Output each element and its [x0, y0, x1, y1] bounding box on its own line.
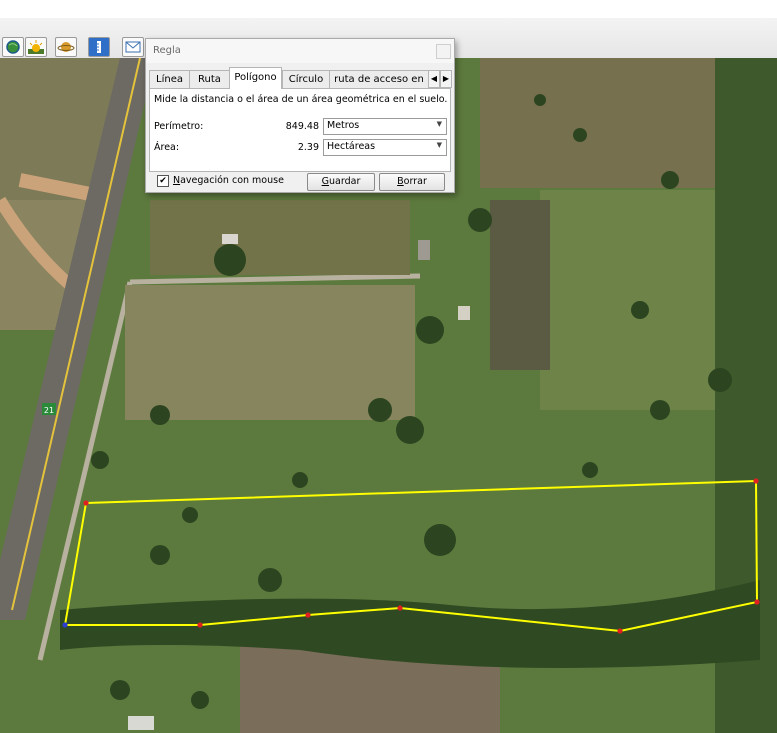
polygon-vertex[interactable]	[754, 599, 760, 605]
save-button[interactable]: Guardar	[307, 173, 375, 191]
polygon-panel: Mide la distancia o el área de un área g…	[149, 88, 451, 172]
mouse-navigation-text: avegación con mouse	[180, 175, 284, 186]
polygon-vertex[interactable]	[617, 628, 623, 634]
sun-icon[interactable]	[25, 37, 47, 57]
chevron-down-icon: ▼	[436, 120, 442, 128]
mouse-navigation-checkbox[interactable]: ✔	[157, 175, 169, 187]
tab-bar: Línea Ruta Polígono Círculo ruta de acce…	[149, 67, 452, 102]
building	[418, 240, 430, 260]
polygon-vertex[interactable]	[305, 612, 311, 618]
route-shield-label: 21	[44, 406, 54, 415]
dialog-titlebar[interactable]: Regla	[146, 39, 454, 63]
tab-poligono[interactable]: Polígono	[229, 67, 282, 89]
polygon-vertex[interactable]	[197, 622, 203, 628]
tab-ruta-3d[interactable]: ruta de acceso en 3D	[329, 70, 429, 102]
building	[128, 716, 154, 730]
garden-plots	[490, 200, 550, 370]
globe-icon[interactable]	[2, 37, 24, 57]
save-mnemonic: G	[321, 176, 330, 187]
area-unit-value: Hectáreas	[327, 141, 376, 152]
perimeter-value: 849.48	[285, 121, 319, 132]
dialog-title: Regla	[153, 45, 181, 56]
tab-circulo[interactable]: Círculo	[282, 70, 330, 88]
chevron-down-icon: ▼	[436, 141, 442, 149]
perimeter-label: Perímetro:	[154, 121, 204, 132]
tab-ruta[interactable]: Ruta	[189, 70, 230, 88]
planet-icon[interactable]	[55, 37, 77, 57]
ruler-dialog: Regla Línea Ruta Polígono Círculo ruta d…	[145, 38, 455, 193]
area-label: Área:	[154, 142, 180, 153]
tab-scroll-right-icon[interactable]: ▶	[440, 70, 452, 88]
area-unit-select[interactable]: Hectáreas ▼	[323, 139, 447, 156]
polygon-vertex[interactable]	[83, 500, 89, 506]
dialog-footer: ✔ Navegación con mouse Guardar Borrar	[149, 172, 451, 191]
polygon-start-vertex[interactable]	[62, 622, 68, 628]
area-value: 2.39	[297, 142, 319, 153]
tab-linea[interactable]: Línea	[149, 70, 190, 88]
perimeter-unit-select[interactable]: Metros ▼	[323, 118, 447, 135]
building	[458, 306, 470, 320]
field-center	[125, 285, 415, 420]
polygon-vertex[interactable]	[753, 478, 759, 484]
top-strip	[0, 0, 777, 18]
description-text: Mide la distancia o el área de un área g…	[154, 94, 448, 105]
polygon-vertex[interactable]	[397, 605, 403, 611]
save-label: uardar	[329, 176, 361, 187]
ruler-icon[interactable]	[88, 37, 110, 57]
building	[222, 234, 238, 244]
clear-label: orrar	[403, 176, 427, 187]
field-north	[150, 200, 410, 275]
clear-button[interactable]: Borrar	[379, 173, 445, 191]
perimeter-unit-value: Metros	[327, 120, 360, 131]
close-icon[interactable]	[436, 44, 451, 59]
email-icon[interactable]	[122, 37, 144, 57]
field-ne	[480, 58, 715, 188]
tab-scroll-left-icon[interactable]: ◀	[428, 70, 440, 88]
mouse-navigation-label[interactable]: Navegación con mouse	[173, 175, 284, 186]
